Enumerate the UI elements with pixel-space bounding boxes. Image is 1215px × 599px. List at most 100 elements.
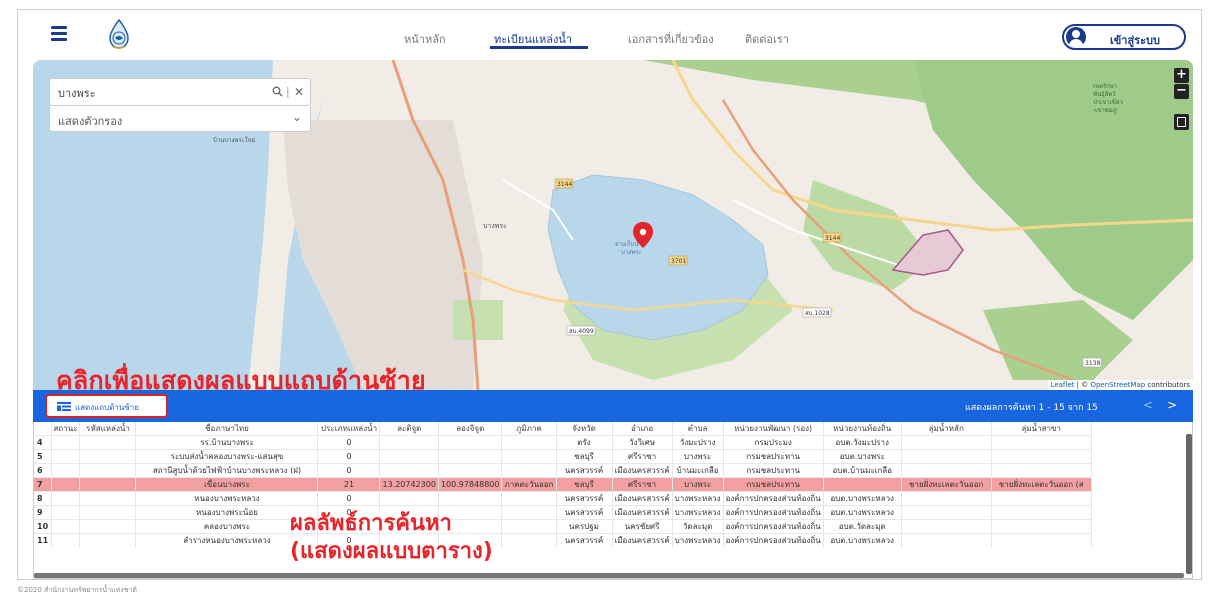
zoom-out-button[interactable]: − (1174, 84, 1189, 99)
table-cell (901, 449, 992, 464)
table-cell: สถานีสูบน้ำด้วยไฟฟ้าบ้านบางพระหลวง (ฝ) (135, 463, 319, 478)
table-cell: หนองบางพระหลวง (135, 491, 319, 506)
table-header-cell[interactable]: หน่วยงานพัฒนา (รอง) (723, 422, 824, 436)
active-nav-underline (490, 46, 588, 49)
osm-link[interactable]: OpenStreetMap (1090, 381, 1145, 389)
table-header-cell[interactable]: สถานะ (51, 422, 81, 436)
table-row[interactable]: 4 รร.บ้านบางพระ 0 ตรัง วังวิเศษ วังมะปราง กรมป… (34, 435, 1092, 450)
horizontal-scrollbar[interactable] (34, 573, 1184, 578)
layers-icon[interactable] (1174, 114, 1189, 130)
top-header: หน้าหลัก ทะเบียนแหล่งน้ำ เอกสารที่เกี่ยว… (18, 10, 1201, 60)
table-cell: กรมชลประทาน (723, 477, 824, 492)
table-header-cell[interactable]: รหัสแหล่งน้ำ (79, 422, 137, 436)
zoom-in-button[interactable]: + (1174, 68, 1189, 83)
attribution-contrib: contributors (1145, 381, 1190, 389)
table-cell (901, 491, 992, 506)
attribution-sep: | © (1074, 381, 1091, 389)
table-cell: กรมชลประทาน (723, 463, 824, 478)
table-cell: องค์การปกครองส่วนท้องถิ่น (723, 533, 824, 547)
table-header-cell[interactable]: ประเภทแหล่งน้ำ (317, 422, 381, 436)
table-cell: อบต.บ้านมะเกลือ (823, 463, 902, 478)
table-cell (379, 449, 439, 464)
table-cell (501, 449, 557, 464)
results-table: สถานะ รหัสแหล่งน้ำ ชื่อภาษาไทย ประเภทแหล่งน… (34, 422, 1092, 547)
table-cell: อบต.วัดละมุด (823, 519, 902, 534)
table-header-cell[interactable]: อำเภอ (612, 422, 673, 436)
table-cell: ศรีราชา (612, 449, 673, 464)
table-row[interactable]: 5 ระบบส่งน้ำคลองบางพระ-แสนสุข 0 ชลบุรี ศรีรา… (34, 449, 1092, 464)
table-body: 4 รร.บ้านบางพระ 0 ตรัง วังวิเศษ วังมะปราง กรมป… (34, 435, 1092, 547)
table-header-cell[interactable]: ชื่อภาษาไทย (135, 422, 319, 436)
results-table-container[interactable]: สถานะ รหัสแหล่งน้ำ ชื่อภาษาไทย ประเภทแหล่งน… (33, 422, 1193, 579)
table-cell: องค์การปกครองส่วนท้องถิ่น (723, 519, 824, 534)
table-cell (379, 491, 439, 506)
map-view[interactable]: 3144 3144 3701 สบ.4099 สบ.1028 3138 บ้าน… (33, 60, 1193, 390)
table-cell: 100.97848800 (438, 477, 503, 492)
nav-documents[interactable]: เอกสารที่เกี่ยวข้อง (628, 30, 714, 48)
leaflet-link[interactable]: Leaflet (1051, 381, 1075, 389)
table-row[interactable]: 7 เขื่อนบางพระ 21 13.20742300 100.97848800 ภา… (34, 477, 1092, 492)
table-row[interactable]: 8 หนองบางพระหลวง 0 นครสวรรค์ เมืองนครสวรรค์บ… (34, 491, 1092, 506)
table-header-cell[interactable]: ลองจิจูด (438, 422, 503, 436)
table-cell: 0 (317, 491, 381, 506)
prev-page-button[interactable]: < (1143, 398, 1153, 412)
row-index: 9 (34, 505, 52, 520)
table-header-cell[interactable] (34, 422, 52, 436)
road-label: 3138 (1085, 360, 1100, 367)
row-index: 10 (34, 519, 52, 534)
filter-dropdown[interactable]: แสดงตัวกรอง ⌄ (49, 106, 311, 132)
table-cell (901, 519, 992, 534)
main-nav: หน้าหลัก ทะเบียนแหล่งน้ำ เอกสารที่เกี่ยว… (18, 10, 1201, 60)
table-cell: ภาคตะวันออก (501, 477, 557, 492)
table-cell (79, 477, 137, 492)
table-cell (79, 505, 137, 520)
search-input[interactable] (58, 84, 258, 102)
table-header-cell[interactable]: ลุ่มน้ำหลัก (901, 422, 992, 436)
table-cell (991, 533, 1092, 547)
table-cell: อบต.วังมะปราง (823, 435, 902, 450)
table-header-cell[interactable]: ตำบล (672, 422, 724, 436)
table-cell: บางพระหลวง (672, 533, 724, 547)
table-cell (501, 435, 557, 450)
row-index: 8 (34, 491, 52, 506)
nav-home[interactable]: หน้าหลัก (404, 30, 446, 48)
chevron-down-icon: ⌄ (292, 110, 303, 124)
table-row[interactable]: 11 สำรางหนองบางพระหลวง 0 นครสวรรค์ เมืองนครส… (34, 533, 1092, 547)
table-header-cell[interactable]: ลุ่มน้ำสาขา (991, 422, 1092, 436)
close-icon[interactable]: ✕ (294, 85, 304, 99)
row-index: 6 (34, 463, 52, 478)
table-cell (901, 463, 992, 478)
table-row[interactable]: 9 หนองบางพระน้อย 0 นครสวรรค์ เมืองนครสวรรค์บ… (34, 505, 1092, 520)
table-header-cell[interactable]: ภูมิภาค (501, 422, 557, 436)
table-cell: วังวิเศษ (612, 435, 673, 450)
next-page-button[interactable]: > (1167, 398, 1177, 412)
table-cell (51, 463, 81, 478)
nav-contact[interactable]: ติดต่อเรา (745, 30, 789, 48)
table-header-cell[interactable]: ละติจูด (379, 422, 439, 436)
table-cell: กรมชลประทาน (723, 449, 824, 464)
table-cell: เมืองนครสวรรค์ (612, 533, 673, 547)
table-cell: บ้านมะเกลือ (672, 463, 724, 478)
table-cell: องค์การปกครองส่วนท้องถิ่น (723, 505, 824, 520)
table-cell (51, 491, 81, 506)
table-cell (79, 491, 137, 506)
table-cell: เมืองนครสวรรค์ (612, 463, 673, 478)
table-cell: นครปฐม (556, 519, 613, 534)
table-header-cell[interactable]: หน่วยงานท้องถิ่น (823, 422, 902, 436)
table-header-cell[interactable]: จังหวัด (556, 422, 613, 436)
table-cell: นครสวรรค์ (556, 463, 613, 478)
annotation-result: ผลลัพธ์การค้นหา (แสดงผลแบบตาราง) (290, 510, 493, 566)
forest-label: พันธุ์สัตว์ (1093, 90, 1116, 98)
table-cell (991, 435, 1092, 450)
table-cell (438, 491, 503, 506)
login-button[interactable]: เข้าสู่ระบบ (1062, 24, 1186, 50)
table-cell (901, 505, 992, 520)
table-row[interactable]: 10 คลองบางพระ 0 นครปฐม นครชัยศรี วัดละมุด องค์… (34, 519, 1092, 534)
table-cell (51, 435, 81, 450)
table-cell: 0 (317, 435, 381, 450)
table-row[interactable]: 6 สถานีสูบน้ำด้วยไฟฟ้าบ้านบางพระหลวง (ฝ) 0… (34, 463, 1092, 478)
map-attribution: Leaflet | © OpenStreetMap contributors (1047, 380, 1193, 390)
table-cell (501, 491, 557, 506)
vertical-scrollbar[interactable] (1186, 434, 1192, 574)
table-cell (51, 477, 81, 492)
